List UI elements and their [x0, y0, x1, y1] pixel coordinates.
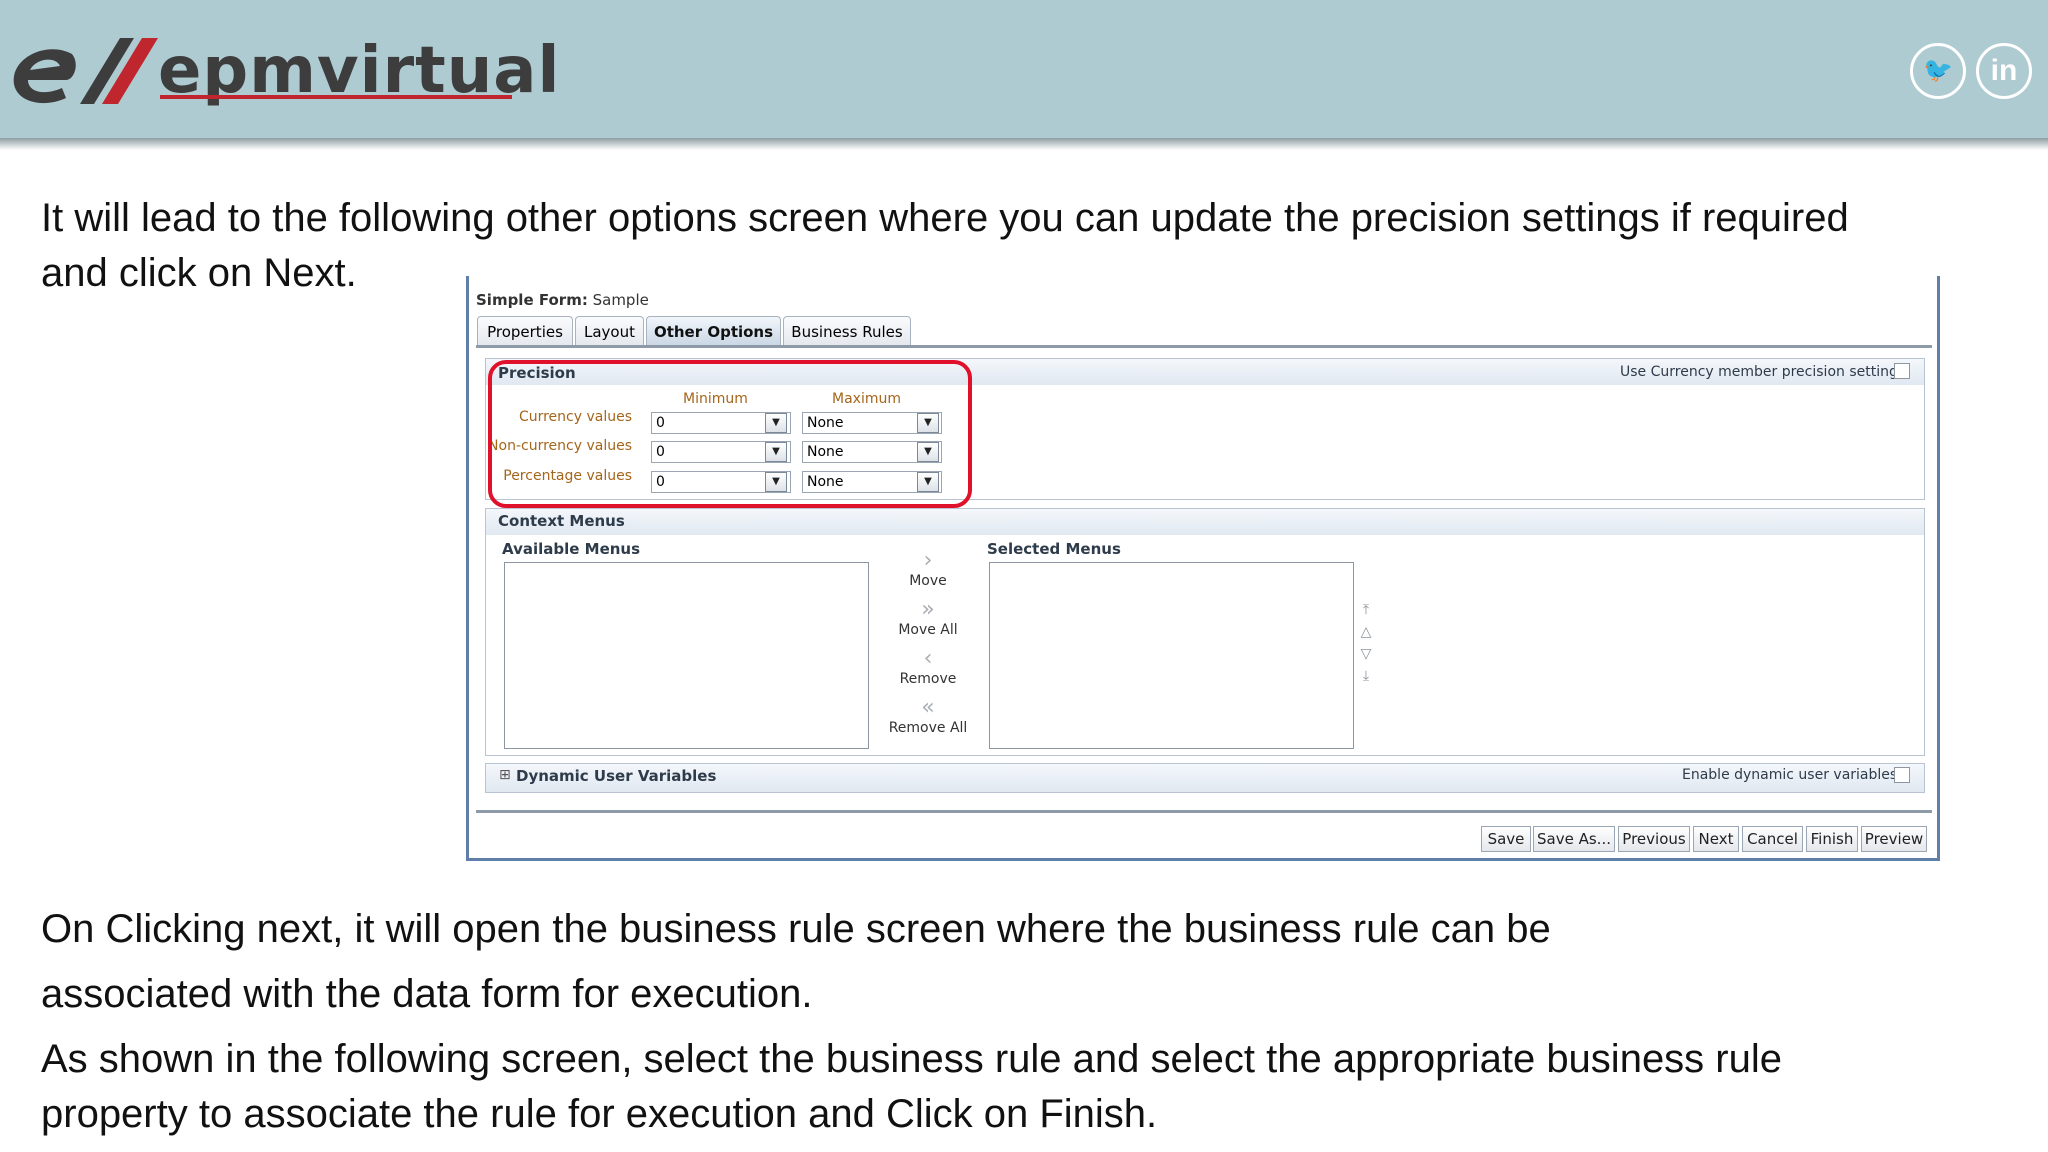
move-all-icon[interactable]: »	[908, 599, 948, 621]
precision-highlight-annotation	[488, 360, 972, 508]
tab-properties[interactable]: Properties	[477, 316, 573, 346]
available-menus-list[interactable]	[504, 562, 869, 749]
move-to-bottom-icon[interactable]: ⤓	[1356, 668, 1376, 684]
finish-button[interactable]: Finish	[1806, 826, 1858, 852]
preview-button[interactable]: Preview	[1861, 826, 1927, 852]
remove-all-icon[interactable]: «	[908, 697, 948, 719]
body-text-line-3: As shown in the following screen, select…	[41, 1037, 1782, 1081]
move-to-top-icon[interactable]: ⤒	[1356, 602, 1376, 618]
button-bar-rule	[476, 810, 1932, 813]
dynamic-user-variables-heading[interactable]: Dynamic User Variables	[516, 767, 716, 785]
twitter-icon[interactable]: 🐦	[1910, 43, 1966, 99]
move-up-icon[interactable]: △	[1356, 624, 1376, 640]
remove-all-button[interactable]: Remove All	[878, 720, 978, 736]
move-icon[interactable]: ›	[908, 550, 948, 572]
move-button[interactable]: Move	[908, 573, 948, 589]
previous-button[interactable]: Previous	[1618, 826, 1690, 852]
move-all-button[interactable]: Move All	[888, 622, 968, 638]
available-menus-label: Available Menus	[502, 540, 641, 558]
intro-text-line-1: It will lead to the following other opti…	[41, 196, 1849, 240]
body-text-line-1: On Clicking next, it will open the busin…	[41, 907, 1551, 951]
expand-icon[interactable]: ⊞	[499, 767, 511, 783]
linkedin-icon[interactable]: in	[1976, 43, 2032, 99]
form-title: Simple Form: Sample	[476, 291, 649, 309]
form-title-label: Simple Form:	[476, 291, 588, 309]
tab-strip-rule	[476, 345, 1932, 348]
remove-icon[interactable]: ‹	[908, 648, 948, 670]
save-button[interactable]: Save	[1481, 826, 1531, 852]
header-shadow	[0, 138, 2048, 150]
currency-precision-checkbox[interactable]	[1894, 363, 1910, 379]
cancel-button[interactable]: Cancel	[1742, 826, 1803, 852]
enable-dynamic-variables-checkbox[interactable]	[1894, 767, 1910, 783]
logo-underline	[160, 95, 512, 99]
context-menus-heading: Context Menus	[498, 512, 625, 530]
tab-business-rules[interactable]: Business Rules	[783, 316, 911, 346]
next-button[interactable]: Next	[1693, 826, 1739, 852]
intro-text-line-2: and click on Next.	[41, 251, 357, 295]
selected-menus-list[interactable]	[989, 562, 1354, 749]
remove-button[interactable]: Remove	[888, 671, 968, 687]
body-text-line-2: associated with the data form for execut…	[41, 972, 813, 1016]
move-down-icon[interactable]: ▽	[1356, 646, 1376, 662]
currency-precision-label: Use Currency member precision setting	[1620, 364, 1898, 380]
body-text-line-4: property to associate the rule for execu…	[41, 1092, 1158, 1136]
selected-menus-label: Selected Menus	[987, 540, 1121, 558]
form-title-name: Sample	[592, 291, 649, 309]
tab-other-options[interactable]: Other Options	[646, 316, 781, 346]
enable-dynamic-variables-label: Enable dynamic user variables	[1682, 767, 1898, 783]
context-menus-header	[486, 509, 1924, 535]
tab-layout[interactable]: Layout	[575, 316, 644, 346]
save-as-button[interactable]: Save As...	[1533, 826, 1615, 852]
logo-wordmark: epmvirtual	[158, 34, 561, 108]
